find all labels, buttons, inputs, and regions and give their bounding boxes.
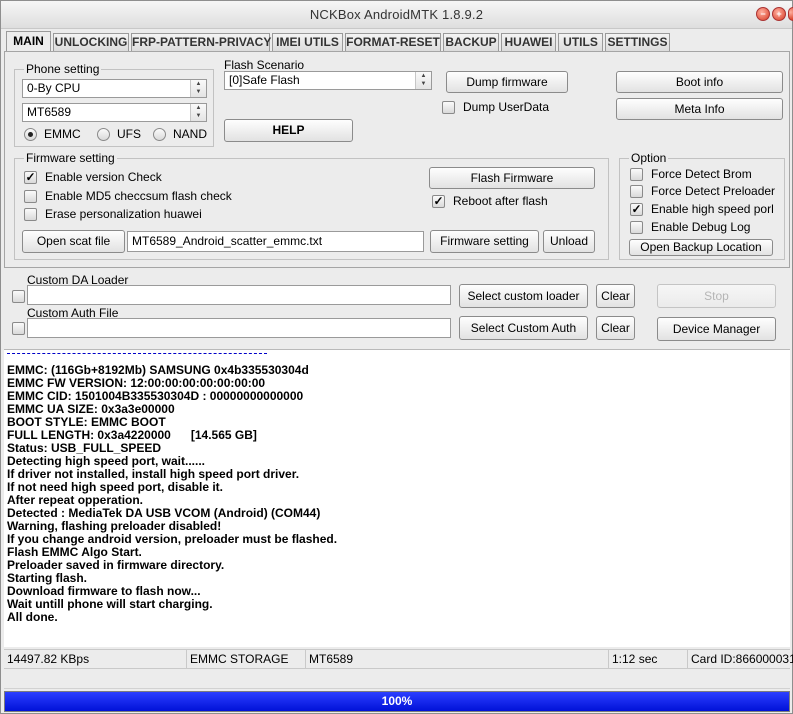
stop-button[interactable]: Stop bbox=[657, 284, 776, 308]
clear-auth-button[interactable]: Clear bbox=[596, 316, 635, 340]
boot-info-button[interactable]: Boot info bbox=[616, 71, 783, 93]
high-speed-port-label: Enable high speed porl bbox=[651, 202, 774, 216]
select-custom-auth-button[interactable]: Select Custom Auth bbox=[459, 316, 588, 340]
custom-auth-input[interactable] bbox=[27, 318, 451, 338]
custom-da-checkbox[interactable] bbox=[12, 289, 26, 305]
tab-frp-pattern-privacy[interactable]: FRP-PATTERN-PRIVACY bbox=[131, 33, 271, 51]
tab-format-reset[interactable]: FORMAT-RESET bbox=[345, 33, 441, 51]
status-bar: 14497.82 KBps EMMC STORAGE MT6589 1:12 s… bbox=[4, 649, 793, 669]
progress-bar: 100% bbox=[4, 691, 790, 712]
tab-backup[interactable]: BACKUP bbox=[443, 33, 499, 51]
status-model: MT6589 bbox=[306, 650, 609, 669]
tab-huawei[interactable]: HUAWEI bbox=[501, 33, 556, 51]
checkbox-checked-icon[interactable]: ✓ bbox=[630, 203, 643, 216]
title-bar[interactable]: NCKBox AndroidMTK 1.8.9.2 − + bbox=[1, 1, 793, 29]
help-button[interactable]: HELP bbox=[224, 119, 353, 142]
radio-emmc-label: EMMC bbox=[44, 127, 81, 141]
force-detect-preloader-label: Force Detect Preloader bbox=[651, 184, 776, 198]
meta-info-button[interactable]: Meta Info bbox=[616, 98, 783, 120]
status-time: 1:12 sec bbox=[609, 650, 688, 669]
spin-arrows-icon[interactable]: ▲ ▼ bbox=[190, 104, 206, 121]
checkbox-icon[interactable] bbox=[24, 208, 37, 221]
erase-personalization-label: Erase personalization huawei bbox=[45, 207, 202, 221]
force-detect-brom-label: Force Detect Brom bbox=[651, 167, 752, 181]
phone-setting-label: Phone setting bbox=[24, 62, 102, 76]
window-title: NCKBox AndroidMTK 1.8.9.2 bbox=[309, 7, 484, 22]
radio-dot-icon[interactable] bbox=[153, 128, 166, 141]
spin-arrows-icon[interactable]: ▲ ▼ bbox=[190, 80, 206, 97]
app-window: NCKBox AndroidMTK 1.8.9.2 − + MAIN UNLOC… bbox=[0, 0, 793, 714]
unload-button[interactable]: Unload bbox=[543, 230, 595, 253]
radio-dot-icon[interactable] bbox=[97, 128, 110, 141]
cpu-select-value: 0-By CPU bbox=[27, 81, 81, 95]
reboot-after-flash-label: Reboot after flash bbox=[453, 194, 548, 208]
checkbox-icon[interactable] bbox=[12, 290, 25, 303]
progress-label: 100% bbox=[381, 694, 413, 708]
device-manager-button[interactable]: Device Manager bbox=[657, 317, 776, 341]
enable-debug-log-label: Enable Debug Log bbox=[651, 220, 751, 234]
clear-loader-button[interactable]: Clear bbox=[596, 284, 635, 308]
checkbox-icon[interactable] bbox=[630, 168, 643, 181]
option-group: Option Force Detect Brom Force Detect Pr… bbox=[619, 152, 785, 260]
log-line: All done. bbox=[7, 610, 58, 624]
custom-auth-checkbox[interactable] bbox=[12, 321, 26, 337]
radio-dot-icon[interactable] bbox=[24, 128, 37, 141]
enable-md5-check-label: Enable MD5 checcsum flash check bbox=[45, 189, 232, 203]
status-storage: EMMC STORAGE bbox=[187, 650, 306, 669]
log-separator bbox=[7, 353, 267, 354]
checkbox-checked-icon[interactable]: ✓ bbox=[24, 171, 37, 184]
radio-nand-label: NAND bbox=[173, 127, 208, 141]
enable-version-check-label: Enable version Check bbox=[45, 170, 162, 184]
option-label: Option bbox=[629, 151, 669, 165]
status-card-id: Card ID:866000031 bbox=[691, 652, 793, 666]
checkbox-icon[interactable] bbox=[12, 322, 25, 335]
flash-firmware-button[interactable]: Flash Firmware bbox=[429, 167, 595, 189]
select-custom-loader-button[interactable]: Select custom loader bbox=[459, 284, 588, 308]
open-backup-location-button[interactable]: Open Backup Location bbox=[629, 239, 773, 256]
close-icon[interactable] bbox=[788, 7, 793, 21]
model-select[interactable]: MT6589 ▲ ▼ bbox=[22, 103, 207, 122]
checkbox-icon[interactable] bbox=[442, 101, 455, 114]
firmware-setting-label: Firmware setting bbox=[24, 151, 117, 165]
dump-userdata-label: Dump UserData bbox=[463, 100, 550, 114]
radio-ufs-label: UFS bbox=[117, 127, 141, 141]
tab-settings[interactable]: SETTINGS bbox=[605, 33, 670, 51]
tab-main[interactable]: MAIN bbox=[6, 31, 51, 52]
maximize-icon[interactable]: + bbox=[772, 7, 786, 21]
minimize-icon[interactable]: − bbox=[756, 7, 770, 21]
phone-setting-group: Phone setting 0-By CPU ▲ ▼ MT6589 ▲ ▼ EMMC… bbox=[14, 63, 214, 147]
status-speed: 14497.82 KBps bbox=[4, 650, 187, 669]
log-output[interactable]: EMMC: (116Gb+8192Mb) SAMSUNG 0x4b3355303… bbox=[4, 349, 790, 647]
checkbox-icon[interactable] bbox=[630, 221, 643, 234]
open-scat-file-button[interactable]: Open scat file bbox=[22, 230, 125, 253]
dump-firmware-button[interactable]: Dump firmware bbox=[446, 71, 568, 93]
flash-scenario-select[interactable]: [0]Safe Flash ▲ ▼ bbox=[224, 71, 432, 90]
flash-scenario-label: Flash Scenario bbox=[224, 58, 305, 72]
tab-imei-utils[interactable]: IMEI UTILS bbox=[272, 33, 343, 51]
checkbox-checked-icon[interactable]: ✓ bbox=[432, 195, 445, 208]
checkbox-icon[interactable] bbox=[630, 185, 643, 198]
cpu-select[interactable]: 0-By CPU ▲ ▼ bbox=[22, 79, 207, 98]
main-panel: Phone setting 0-By CPU ▲ ▼ MT6589 ▲ ▼ EMMC… bbox=[4, 51, 790, 268]
scatter-file-input[interactable]: MT6589_Android_scatter_emmc.txt bbox=[127, 231, 424, 252]
custom-da-input[interactable] bbox=[27, 285, 451, 305]
tab-utils[interactable]: UTILS bbox=[558, 33, 603, 51]
checkbox-icon[interactable] bbox=[24, 190, 37, 203]
model-select-value: MT6589 bbox=[27, 105, 72, 119]
secondary-status-strip bbox=[4, 671, 790, 689]
flash-scenario-value: [0]Safe Flash bbox=[229, 73, 300, 87]
tab-unlocking[interactable]: UNLOCKING bbox=[53, 33, 129, 51]
firmware-setting-button[interactable]: Firmware setting bbox=[430, 230, 539, 253]
spin-arrows-icon[interactable]: ▲ ▼ bbox=[415, 72, 431, 89]
firmware-setting-group: Firmware setting ✓ Enable version Check … bbox=[14, 152, 609, 260]
